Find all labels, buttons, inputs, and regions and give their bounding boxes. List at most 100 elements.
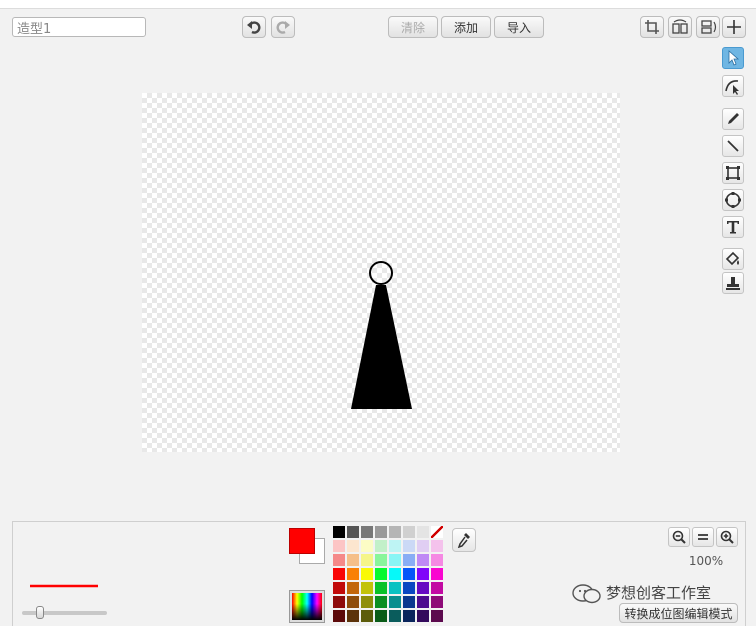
palette-swatch[interactable] — [389, 568, 401, 580]
select-icon — [728, 50, 740, 66]
palette-swatch[interactable] — [333, 568, 345, 580]
palette-swatch[interactable] — [389, 554, 401, 566]
rectangle-tool[interactable] — [722, 162, 744, 184]
undo-icon — [247, 21, 261, 34]
palette-swatch[interactable] — [333, 554, 345, 566]
palette-swatch[interactable] — [417, 540, 429, 552]
convert-to-bitmap-button[interactable]: 转换成位图编辑模式 — [619, 603, 738, 623]
palette-swatch[interactable] — [417, 582, 429, 594]
palette-swatch[interactable] — [431, 554, 443, 566]
canvas-drawing — [351, 261, 412, 409]
palette-swatch[interactable] — [375, 540, 387, 552]
line-icon — [727, 140, 739, 152]
crop-button[interactable] — [640, 16, 664, 38]
reshape-tool[interactable] — [722, 75, 744, 97]
palette-swatch[interactable] — [361, 526, 373, 538]
palette-swatch[interactable] — [431, 610, 443, 622]
eyedropper-button[interactable] — [452, 528, 476, 552]
palette-swatch[interactable] — [333, 610, 345, 622]
palette-swatch[interactable] — [389, 596, 401, 608]
palette-swatch[interactable] — [403, 526, 415, 538]
no-color-swatch[interactable] — [431, 526, 443, 538]
palette-swatch[interactable] — [333, 596, 345, 608]
fill-icon — [725, 251, 740, 266]
line-width-slider-handle[interactable] — [36, 606, 44, 619]
stamp-icon — [726, 277, 740, 290]
add-button[interactable]: 添加 — [441, 16, 491, 38]
ellipse-tool[interactable] — [722, 189, 744, 211]
zoom-out-button[interactable] — [668, 527, 690, 547]
palette-swatch[interactable] — [347, 554, 359, 566]
redo-button[interactable] — [271, 16, 295, 38]
palette-swatch[interactable] — [389, 582, 401, 594]
flip-vertical-button[interactable] — [696, 16, 720, 38]
palette-swatch[interactable] — [347, 596, 359, 608]
costume-name-input[interactable] — [12, 17, 146, 37]
palette-swatch[interactable] — [389, 540, 401, 552]
palette-swatch[interactable] — [403, 568, 415, 580]
palette-swatch[interactable] — [431, 540, 443, 552]
drawing-canvas[interactable] — [142, 93, 620, 452]
palette-swatch[interactable] — [403, 596, 415, 608]
palette-swatch[interactable] — [375, 610, 387, 622]
zoom-in-icon — [720, 530, 734, 544]
palette-swatch[interactable] — [417, 596, 429, 608]
palette-swatch[interactable] — [347, 610, 359, 622]
color-spectrum-button[interactable] — [289, 590, 325, 623]
palette-swatch[interactable] — [333, 526, 345, 538]
pencil-tool[interactable] — [722, 108, 744, 130]
palette-swatch[interactable] — [389, 526, 401, 538]
palette-swatch[interactable] — [375, 526, 387, 538]
ellipse-icon — [725, 192, 741, 208]
palette-swatch[interactable] — [361, 582, 373, 594]
palette-swatch[interactable] — [361, 610, 373, 622]
triangle-shape[interactable] — [351, 285, 412, 409]
flip-horizontal-button[interactable] — [668, 16, 692, 38]
palette-swatch[interactable] — [375, 568, 387, 580]
import-button[interactable]: 导入 — [494, 16, 544, 38]
palette-swatch[interactable] — [375, 596, 387, 608]
eyedropper-icon — [457, 533, 470, 548]
zoom-reset-button[interactable] — [692, 527, 714, 547]
fill-tool[interactable] — [722, 248, 744, 270]
set-center-button[interactable] — [722, 16, 746, 38]
zoom-in-button[interactable] — [716, 527, 738, 547]
text-icon — [727, 221, 739, 234]
palette-swatch[interactable] — [417, 610, 429, 622]
zoom-level: 100% — [688, 554, 724, 568]
clear-button[interactable]: 清除 — [388, 16, 438, 38]
palette-swatch[interactable] — [431, 568, 443, 580]
circle-shape[interactable] — [369, 261, 393, 285]
palette-swatch[interactable] — [361, 554, 373, 566]
palette-swatch[interactable] — [403, 540, 415, 552]
palette-swatch[interactable] — [403, 582, 415, 594]
palette-swatch[interactable] — [417, 526, 429, 538]
palette-swatch[interactable] — [375, 582, 387, 594]
palette-swatch[interactable] — [361, 596, 373, 608]
palette-swatch[interactable] — [333, 582, 345, 594]
primary-color-swatch[interactable] — [289, 528, 315, 554]
redo-icon — [276, 21, 290, 34]
palette-swatch[interactable] — [347, 568, 359, 580]
palette-swatch[interactable] — [333, 540, 345, 552]
text-tool[interactable] — [722, 216, 744, 238]
palette-swatch[interactable] — [347, 526, 359, 538]
palette-swatch[interactable] — [403, 554, 415, 566]
line-tool[interactable] — [722, 135, 744, 157]
line-width-slider-track[interactable] — [22, 611, 107, 615]
palette-swatch[interactable] — [431, 596, 443, 608]
palette-swatch[interactable] — [417, 554, 429, 566]
palette-swatch[interactable] — [375, 554, 387, 566]
palette-swatch[interactable] — [347, 540, 359, 552]
stamp-tool[interactable] — [722, 272, 744, 294]
palette-swatch[interactable] — [417, 568, 429, 580]
palette-swatch[interactable] — [403, 610, 415, 622]
palette-swatch[interactable] — [431, 582, 443, 594]
undo-button[interactable] — [242, 16, 266, 38]
palette-swatch[interactable] — [361, 568, 373, 580]
palette-swatch[interactable] — [347, 582, 359, 594]
select-tool[interactable] — [722, 47, 744, 69]
palette-swatch[interactable] — [361, 540, 373, 552]
color-palette[interactable] — [333, 526, 445, 624]
palette-swatch[interactable] — [389, 610, 401, 622]
